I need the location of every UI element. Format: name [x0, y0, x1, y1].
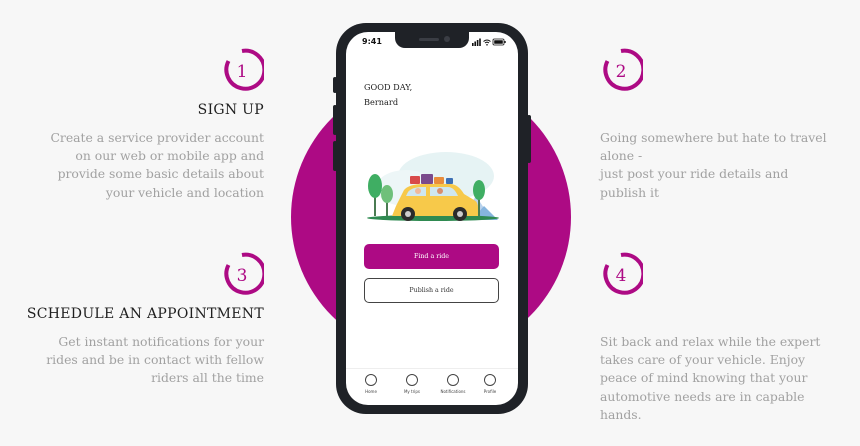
phone-screen: 9:41 GOOD DAY, Bernard Find a ride Publi… — [346, 32, 518, 405]
username-text: Bernard — [364, 97, 399, 107]
phone-volume-down — [333, 141, 337, 171]
nav-profile[interactable]: Profile — [470, 374, 510, 394]
nav-my-trips[interactable]: My trips — [392, 374, 432, 394]
phone-volume-up — [333, 105, 337, 135]
step-4-number: 4 — [616, 266, 627, 286]
phone-notch — [395, 32, 469, 48]
phone-mockup: 9:41 GOOD DAY, Bernard Find a ride Publi… — [333, 23, 531, 414]
status-time: 9:41 — [362, 37, 382, 46]
profile-icon — [484, 374, 496, 386]
home-icon — [365, 374, 377, 386]
step-1-number: 1 — [237, 62, 248, 82]
step-2-text: Going somewhere but hate to travel alone… — [600, 130, 827, 200]
trips-icon — [406, 374, 418, 386]
step-1-badge: 1 — [220, 48, 264, 92]
nav-profile-label: Profile — [483, 389, 497, 394]
nav-my-trips-label: My trips — [403, 389, 421, 394]
speaker-icon — [419, 38, 439, 41]
greeting-text: GOOD DAY, — [364, 82, 413, 92]
step-3-badge: 3 — [220, 252, 264, 296]
status-icons — [472, 38, 506, 46]
step-3-number: 3 — [237, 266, 248, 286]
step-3-title: SCHEDULE AN APPOINTMENT — [26, 306, 264, 322]
step-2-number: 2 — [616, 62, 627, 82]
find-ride-button[interactable]: Find a ride — [364, 244, 499, 269]
step-1-title: SIGN UP — [197, 102, 264, 118]
nav-notifications-label: Notifications — [440, 389, 466, 394]
car-trip-illustration — [367, 152, 499, 221]
nav-home[interactable]: Home — [351, 374, 391, 394]
nav-home-label: Home — [365, 389, 377, 394]
battery-icon — [492, 38, 506, 46]
camera-icon — [444, 36, 450, 42]
step-4-text: Sit back and relax while the expert take… — [600, 334, 821, 422]
bottom-nav: Home My trips Notifications Profile — [346, 368, 518, 405]
signal-icon — [472, 38, 481, 46]
step-1-text: Create a service provider account on our… — [50, 130, 264, 200]
bell-icon — [447, 374, 459, 386]
step-3-text: Get instant notifications for your rides… — [46, 334, 264, 386]
phone-mute-switch — [333, 77, 337, 93]
wifi-icon — [483, 39, 491, 46]
phone-power-button — [527, 115, 531, 163]
step-4-badge: 4 — [599, 252, 643, 296]
step-2-badge: 2 — [599, 48, 643, 92]
publish-ride-button[interactable]: Publish a ride — [364, 278, 499, 303]
nav-notifications[interactable]: Notifications — [433, 374, 473, 394]
